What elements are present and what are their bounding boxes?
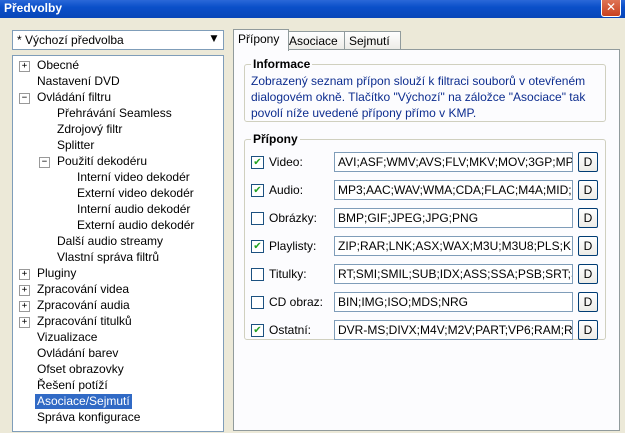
tree-item-zpracovani-videa[interactable]: Zpracování videa [35,282,131,297]
tree-item-zpracovani-audia[interactable]: Zpracování audia [35,298,132,313]
obrazky-default-button[interactable]: D [578,208,598,228]
extensions-title: Přípony [251,132,300,146]
tree-item-externi-audio-dekoder[interactable]: Externí audio dekodér [75,218,196,233]
obrazky-extensions-value: BMP;GIF;JPEG;JPG;PNG [338,211,479,225]
tree-item-ovladani-filtru[interactable]: Ovládání filtru [35,90,113,105]
tree-item-ofset-obrazovky[interactable]: Ofset obrazovky [35,362,126,377]
tree-item-pouziti-dekoderu[interactable]: Použití dekodéru [55,154,149,169]
playlisty-checkbox[interactable]: ✔ [251,240,264,253]
tree-item-vizualizace[interactable]: Vizualizace [35,330,99,345]
chevron-down-icon[interactable]: ▼ [207,32,221,47]
playlisty-label: Playlisty: [269,239,317,253]
preset-value: * Výchozí předvolba [17,33,124,47]
ostatni-default-button[interactable]: D [578,320,598,340]
titulky-default-button[interactable]: D [578,264,598,284]
tree-expander-icon[interactable]: + [19,301,30,312]
playlisty-default-button[interactable]: D [578,236,598,256]
tree-item-pluginy[interactable]: Pluginy [35,266,78,281]
info-group: Informace Zobrazený seznam přípon slouží… [244,57,606,122]
cd-obraz-label: CD obraz: [269,295,324,309]
video-checkbox[interactable]: ✔ [251,156,264,169]
extension-row-titulky: Titulky: RT;SMI;SMIL;SUB;IDX;ASS;SSA;PSB;… [245,264,625,286]
title-bar: Předvolby ✕ [0,0,625,18]
tree-item-interni-video-dekoder[interactable]: Interní video dekodér [75,170,192,185]
extension-row-playlisty: ✔ Playlisty: ZIP;RAR;LNK;ASX;WAX;M3U;M3U8;… [245,236,625,258]
tree-item-externi-video-dekoder[interactable]: Externí video dekodér [75,186,196,201]
tree-item-dalsi-audio-streamy[interactable]: Další audio streamy [55,234,165,249]
extensions-group: Přípony ✔ Video: AVI;ASF;WMV;AVS;FLV;MKV;M… [244,132,606,340]
cd-obraz-extensions-input[interactable]: BIN;IMG;ISO;MDS;NRG [334,292,573,312]
tree-item-vlastni-sprava-filtru[interactable]: Vlastní správa filtrů [55,250,161,265]
tree-item-sprava-konfigurace[interactable]: Správa konfigurace [35,410,142,425]
ostatni-extensions-value: DVR-MS;DIVX;M4V;M2V;PART;VP6;RAM;RMM;SWF… [338,323,573,337]
video-default-button[interactable]: D [578,152,598,172]
tree-item-asociace-sejmuti[interactable]: Asociace/Sejmutí [35,394,132,409]
tree-item-prehravani-seamless[interactable]: Přehrávání Seamless [55,106,174,121]
extension-row-obrazky: Obrázky: BMP;GIF;JPEG;JPG;PNG D [245,208,625,230]
tree-expander-icon[interactable]: − [19,93,30,104]
video-extensions-input[interactable]: AVI;ASF;WMV;AVS;FLV;MKV;MOV;3GP;MP4;MPG;… [334,152,573,172]
ostatni-label: Ostatní: [269,323,312,337]
playlisty-extensions-value: ZIP;RAR;LNK;ASX;WAX;M3U;M3U8;PLS;KPL;LOG [338,239,572,253]
audio-extensions-input[interactable]: MP3;AAC;WAV;WMA;CDA;FLAC;M4A;MID;MKA;MP2… [334,180,573,200]
titulky-checkbox[interactable] [251,268,264,281]
obrazky-extensions-input[interactable]: BMP;GIF;JPEG;JPG;PNG [334,208,573,228]
tree-item-nastaveni-dvd[interactable]: Nastavení DVD [35,74,122,89]
preset-dropdown[interactable]: * Výchozí předvolba ▼ [12,30,224,50]
tree-expander-icon[interactable]: + [19,61,30,72]
tree-expander-icon[interactable]: + [19,285,30,296]
tree-item-obecne[interactable]: Obecné [35,58,81,73]
obrazky-checkbox[interactable] [251,212,264,225]
titulky-extensions-input[interactable]: RT;SMI;SMIL;SUB;IDX;ASS;SSA;PSB;SRT;S2K;… [334,264,573,284]
audio-extensions-value: MP3;AAC;WAV;WMA;CDA;FLAC;M4A;MID;MKA;MP2… [338,183,572,197]
extension-row-cd-obraz: CD obraz: BIN;IMG;ISO;MDS;NRG D [245,292,625,314]
close-button[interactable]: ✕ [601,0,621,17]
tab-panel-pripony: Informace Zobrazený seznam přípon slouží… [233,49,620,431]
info-title: Informace [251,57,313,71]
settings-tree: + Obecné Nastavení DVD − Ovládání filtru Přeh… [12,55,224,432]
tab-label: Přípony [238,32,280,46]
ostatni-extensions-input[interactable]: DVR-MS;DIVX;M4V;M2V;PART;VP6;RAM;RMM;SWF… [334,320,573,340]
tree-item-ovladani-barev[interactable]: Ovládání barev [35,346,120,361]
audio-label: Audio: [269,183,304,197]
tree-item-zdrojovy-filtr[interactable]: Zdrojový filtr [55,122,124,137]
ostatni-checkbox[interactable]: ✔ [251,324,264,337]
cd-obraz-extensions-value: BIN;IMG;ISO;MDS;NRG [338,295,469,309]
tab-label: Sejmutí [349,34,390,48]
playlisty-extensions-input[interactable]: ZIP;RAR;LNK;ASX;WAX;M3U;M3U8;PLS;KPL;LOG [334,236,573,256]
audio-checkbox[interactable]: ✔ [251,184,264,197]
tab-label: Asociace [289,34,338,48]
window-title: Předvolby [4,1,63,15]
close-icon: ✕ [605,0,617,14]
tab-sejmuti[interactable]: Sejmutí [344,31,401,50]
tree-item-interni-audio-dekoder[interactable]: Interní audio dekodér [75,202,192,217]
video-label: Video: [269,155,303,169]
tab-pripony[interactable]: Přípony [233,29,289,51]
cd-obraz-default-button[interactable]: D [578,292,598,312]
tree-expander-icon[interactable]: + [19,269,30,280]
tab-asociace[interactable]: Asociace [284,31,346,50]
video-extensions-value: AVI;ASF;WMV;AVS;FLV;MKV;MOV;3GP;MP4;MPG;… [338,155,573,169]
tree-expander-icon[interactable]: + [19,317,30,328]
tree-item-splitter[interactable]: Splitter [55,138,96,153]
cd-obraz-checkbox[interactable] [251,296,264,309]
extension-row-audio: ✔ Audio: MP3;AAC;WAV;WMA;CDA;FLAC;M4A;MID;… [245,180,625,202]
extension-row-ostatni: ✔ Ostatní: DVR-MS;DIVX;M4V;M2V;PART;VP6;RA… [245,320,625,342]
info-text: Zobrazený seznam přípon slouží k filtrac… [251,74,586,120]
obrazky-label: Obrázky: [269,211,318,225]
titulky-label: Titulky: [269,267,307,281]
tree-item-zpracovani-titulku[interactable]: Zpracování titulků [35,314,134,329]
audio-default-button[interactable]: D [578,180,598,200]
extension-row-video: ✔ Video: AVI;ASF;WMV;AVS;FLV;MKV;MOV;3GP;M… [245,152,625,174]
tree-expander-icon[interactable]: − [39,157,50,168]
titulky-extensions-value: RT;SMI;SMIL;SUB;IDX;ASS;SSA;PSB;SRT;S2K;… [338,267,572,281]
tree-item-reseni-potizi[interactable]: Řešení potíží [35,378,110,393]
